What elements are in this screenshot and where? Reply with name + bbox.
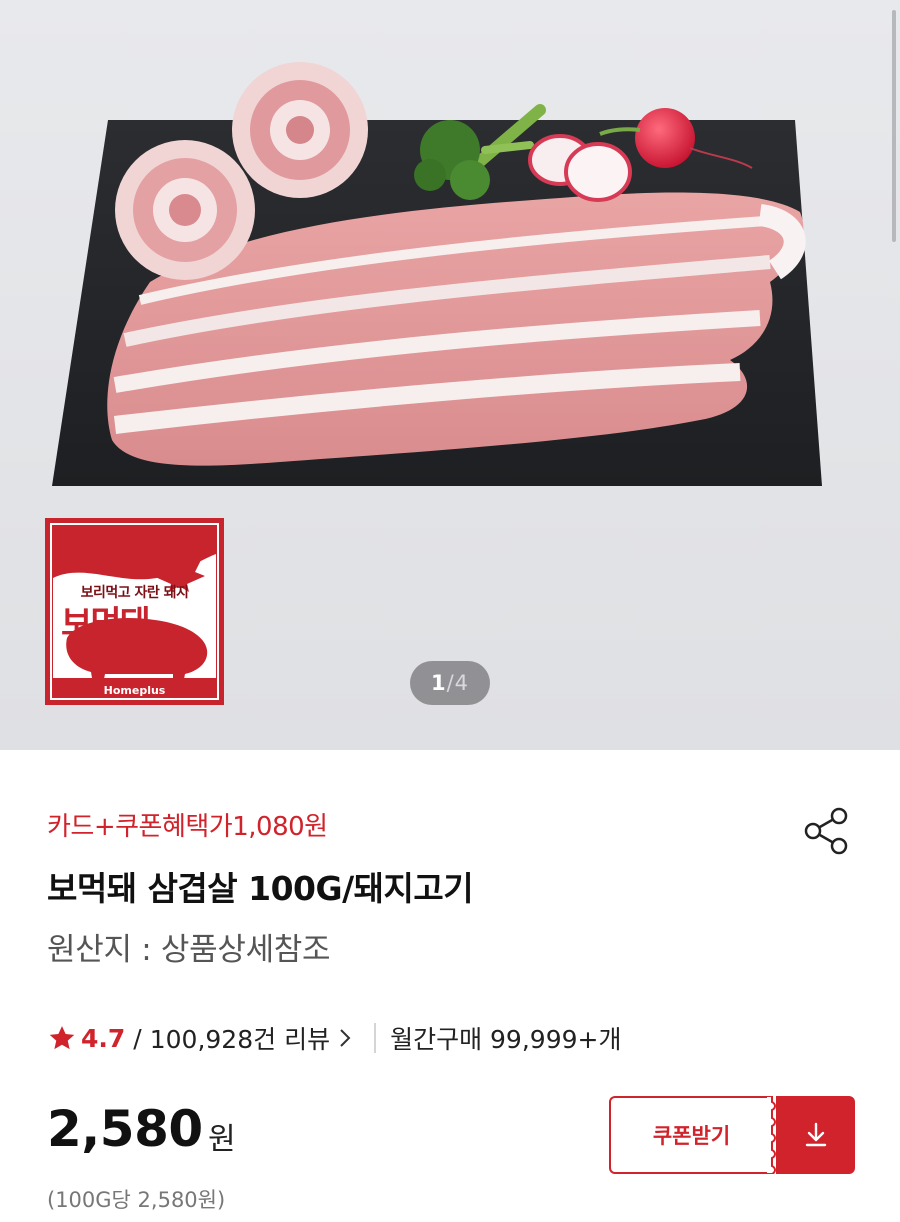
divider [374,1023,377,1053]
download-icon [805,1122,826,1147]
brand-name: 보먹돼 [61,604,151,644]
rating-score: 4.7 [81,1023,126,1053]
total-pages: 4 [454,671,470,695]
coupon-label: 쿠폰받기 [652,1124,731,1148]
review-link[interactable]: 100,928건 리뷰 [150,1020,354,1056]
coupon-download-area[interactable] [776,1096,855,1174]
unit-price: (100G당 2,580원) [47,1188,226,1212]
gallery-pagination: 1 / 4 [410,661,490,705]
coupon-label-area[interactable]: 쿠폰받기 [609,1096,772,1174]
monthly-purchase: 월간구매 99,999+개 [390,1025,622,1054]
star-icon [49,1026,75,1050]
sale-price: 2,580 [47,1100,203,1158]
coupon-download-button[interactable]: 쿠폰받기 [609,1096,855,1174]
review-count: 100,928건 리뷰 [149,1025,331,1054]
share-icon [804,807,848,855]
share-button[interactable] [800,804,854,858]
product-image-gallery[interactable]: 보리먹고 자란 돼지 보먹돼 Homeplus 1 / 4 [0,0,900,750]
rating-slash: / [133,1023,142,1053]
brand-logo-badge: 보리먹고 자란 돼지 보먹돼 Homeplus [45,518,224,705]
rating-row: 4.7 / 100,928건 리뷰 월간구매 99,999+개 [47,1020,621,1056]
current-page: 1 [430,671,447,695]
page-separator: / [446,671,455,695]
product-origin: 원산지 : 상품상세참조 [47,932,331,968]
image-scroll-indicator [892,10,896,242]
product-title: 보먹돼 삼겹살 100G/돼지고기 [47,869,474,908]
benefit-price-label: 카드+쿠폰혜택가1,080원 [47,812,328,842]
price-currency: 원 [208,1122,236,1157]
chevron-right-icon [340,1029,351,1047]
store-name: Homeplus [103,684,166,697]
